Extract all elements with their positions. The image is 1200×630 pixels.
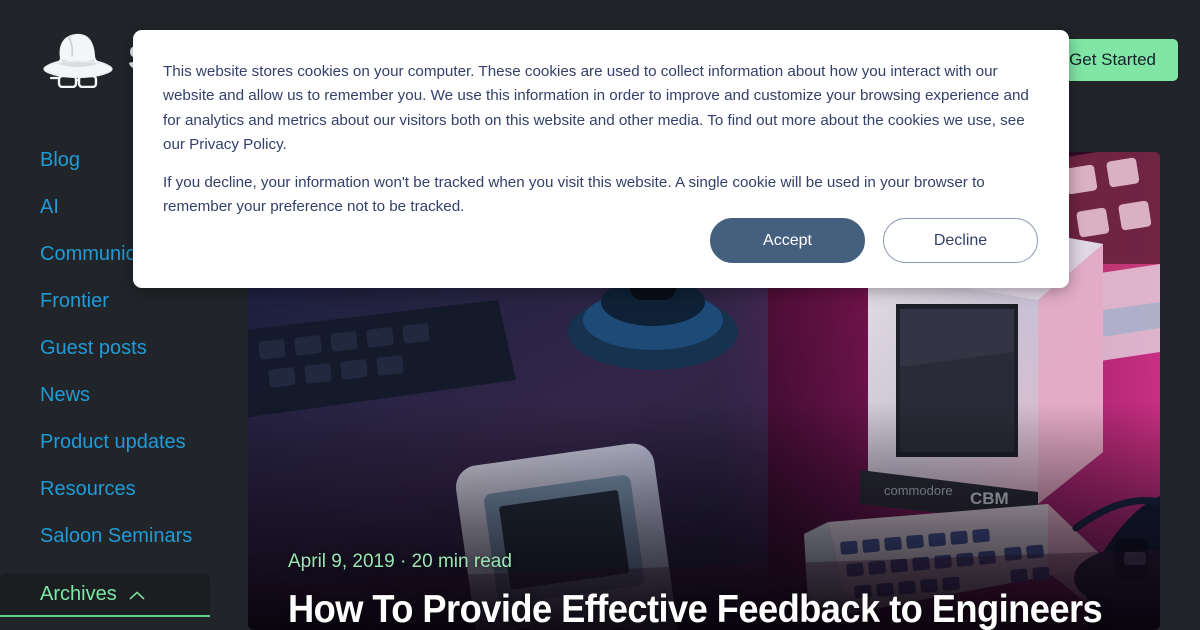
article-meta: April 9, 2019 · 20 min read bbox=[288, 551, 512, 572]
accept-cookies-button[interactable]: Accept bbox=[710, 218, 865, 263]
chevron-up-icon bbox=[129, 584, 145, 604]
article-title: How To Provide Effective Feedback to Eng… bbox=[288, 588, 1103, 630]
cowboy-hat-glasses-logo bbox=[38, 28, 118, 88]
sidebar-item-news[interactable]: News bbox=[0, 385, 248, 405]
sidebar-item-saloon-seminars[interactable]: Saloon Seminars bbox=[0, 526, 248, 546]
decline-cookies-button[interactable]: Decline bbox=[883, 218, 1038, 263]
cookie-dialog-actions: Accept Decline bbox=[710, 218, 1038, 263]
sidebar-item-archives[interactable]: Archives bbox=[0, 573, 210, 617]
cookie-paragraph-1: This website stores cookies on your comp… bbox=[163, 63, 1029, 153]
sidebar-item-guest-posts[interactable]: Guest posts bbox=[0, 338, 248, 358]
sidebar-item-frontier[interactable]: Frontier bbox=[0, 291, 248, 311]
sidebar-item-product-updates[interactable]: Product updates bbox=[0, 432, 248, 452]
cookie-paragraph-2: If you decline, your information won't b… bbox=[163, 174, 985, 216]
cookie-consent-dialog: This website stores cookies on your comp… bbox=[133, 30, 1069, 288]
sidebar-item-archives-label: Archives bbox=[40, 583, 117, 605]
sidebar-item-resources[interactable]: Resources bbox=[0, 479, 248, 499]
page-root: Swarmia Get Started Blog AI Communicatio… bbox=[0, 0, 1200, 630]
